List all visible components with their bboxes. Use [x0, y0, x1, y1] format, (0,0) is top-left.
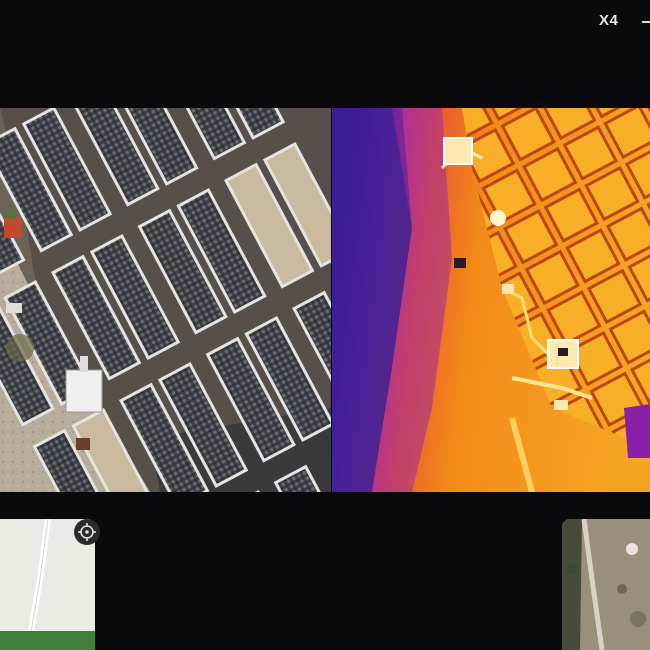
- zoom-slider-icon[interactable]: [642, 21, 650, 23]
- visual-camera-view[interactable]: [0, 108, 331, 492]
- crosshair-icon: [78, 523, 96, 541]
- locate-crosshair-icon[interactable]: [74, 519, 100, 545]
- zoom-level-label[interactable]: X4: [599, 12, 618, 29]
- thermal-feed-image: [332, 108, 650, 492]
- camera-thumbnail[interactable]: [562, 519, 650, 650]
- aerial-camera-thumb: [562, 519, 650, 650]
- visual-feed-image: [0, 108, 331, 492]
- thermal-camera-view[interactable]: [332, 108, 650, 492]
